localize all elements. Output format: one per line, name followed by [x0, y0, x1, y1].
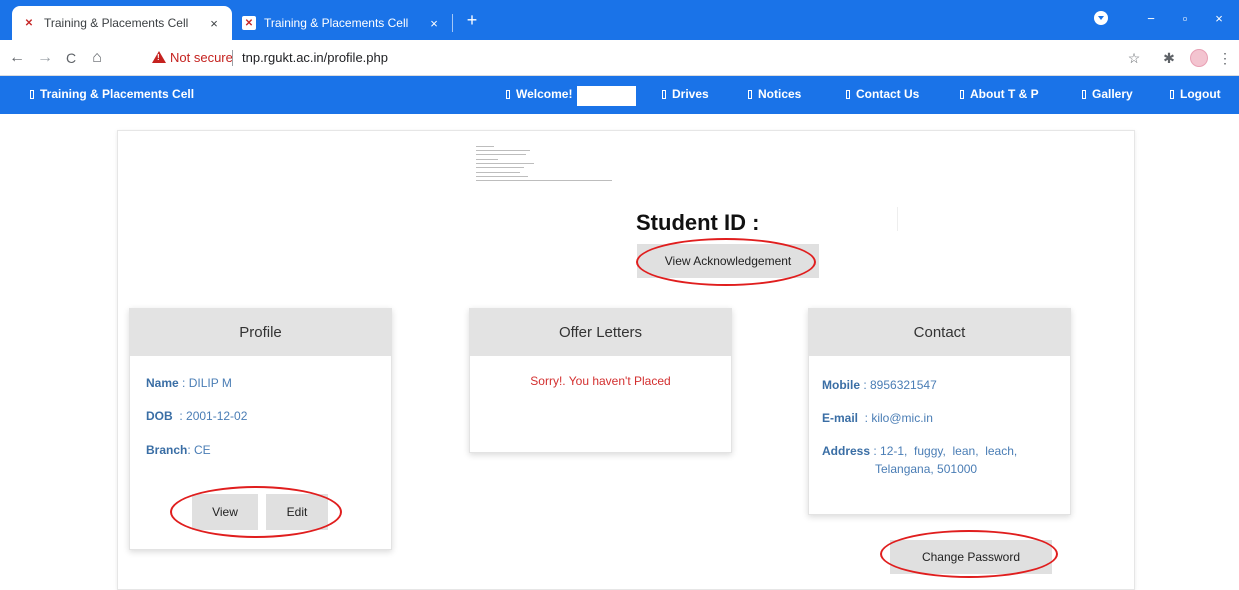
contact-card: Contact Mobile : 8956321547 E-mail : kil…: [808, 308, 1071, 515]
nav-logout[interactable]: Logout: [1170, 87, 1221, 101]
nav-glyph-icon: [1082, 90, 1086, 99]
offer-letters-card: Offer Letters Sorry!. You haven't Placed: [469, 308, 732, 453]
nav-glyph-icon: [748, 90, 752, 99]
reload-icon[interactable]: C: [60, 47, 82, 69]
home-icon[interactable]: ⌂: [86, 47, 108, 69]
profile-avatar[interactable]: [1190, 49, 1208, 67]
dob-row: DOB : 2001-12-02: [146, 409, 248, 423]
student-id-heading: Student ID :: [636, 210, 760, 235]
tab-close-icon[interactable]: ×: [206, 16, 222, 31]
not-placed-message: Sorry!. You haven't Placed: [530, 374, 671, 388]
dob-value: 2001-12-02: [186, 409, 248, 423]
edit-profile-button[interactable]: Edit: [266, 494, 328, 530]
nav-notices[interactable]: Notices: [748, 87, 801, 101]
name-value: DILIP M: [188, 376, 232, 390]
nav-about-tp[interactable]: About T & P: [960, 87, 1039, 101]
chrome-profile-icon[interactable]: [1094, 11, 1108, 25]
profile-card: Profile Name : DILIP M DOB : 2001-12-02 …: [129, 308, 392, 550]
bookmark-star-icon[interactable]: ☆: [1123, 47, 1145, 69]
site-favicon-icon: ✕: [24, 17, 34, 29]
change-password-button[interactable]: Change Password: [890, 540, 1052, 574]
view-profile-button[interactable]: View: [192, 494, 258, 530]
new-tab-button[interactable]: +: [460, 8, 484, 32]
offer-letters-title: Offer Letters: [470, 309, 731, 356]
nav-glyph-icon: [662, 90, 666, 99]
username-redaction: [577, 86, 636, 106]
nav-glyph-icon: [506, 90, 510, 99]
nav-glyph-icon: [846, 90, 850, 99]
site-favicon-icon: ✕: [242, 16, 256, 30]
brand-link[interactable]: Training & Placements Cell: [30, 87, 194, 101]
nav-contact-us[interactable]: Contact Us: [846, 87, 919, 101]
branch-value: CE: [194, 443, 211, 457]
tab-title: Training & Placements Cell: [44, 16, 189, 30]
tab-title: Training & Placements Cell: [264, 16, 409, 30]
menu-icon[interactable]: ⋮: [1214, 47, 1236, 69]
branch-row: Branch: CE: [146, 443, 211, 457]
address-line1: : 12-1, fuggy, lean, leach,: [870, 444, 1018, 458]
address-bar[interactable]: tnp.rgukt.ac.in/profile.php: [242, 50, 388, 65]
extensions-icon[interactable]: ✱: [1158, 47, 1180, 69]
email-value: : kilo@mic.in: [858, 411, 933, 425]
contact-card-title: Contact: [809, 309, 1070, 356]
nav-glyph-icon: [1170, 90, 1174, 99]
warning-icon[interactable]: [152, 51, 166, 63]
mobile-row: Mobile : 8956321547: [822, 378, 937, 392]
nav-glyph-icon: [30, 90, 34, 99]
forward-arrow-icon[interactable]: →: [34, 47, 56, 69]
tab-close-icon[interactable]: ×: [426, 16, 442, 31]
tab-training-placements-active[interactable]: ✕ Training & Placements Cell ×: [12, 6, 232, 40]
acknowledgement-thumbnail: [476, 146, 614, 192]
minimize-button[interactable]: −: [1137, 6, 1165, 32]
maximize-button[interactable]: ▫: [1171, 6, 1199, 32]
browser-toolbar: ← → C ⌂ Not secure tnp.rgukt.ac.in/profi…: [0, 40, 1239, 76]
nav-welcome[interactable]: Welcome!: [506, 87, 572, 101]
profile-card-title: Profile: [130, 309, 391, 356]
address-line2: Telangana, 501000: [875, 462, 978, 476]
back-arrow-icon[interactable]: ←: [6, 47, 28, 69]
nav-gallery[interactable]: Gallery: [1082, 87, 1133, 101]
name-row: Name : DILIP M: [146, 376, 232, 390]
nav-glyph-icon: [960, 90, 964, 99]
not-secure-label[interactable]: Not secure: [170, 50, 233, 65]
close-window-button[interactable]: ×: [1205, 6, 1233, 32]
browser-tab-strip: ✕ Training & Placements Cell × ✕ Trainin…: [0, 0, 1239, 40]
address-row: Address : 12-1, fuggy, lean, leach,: [822, 444, 1018, 458]
email-row: E-mail : kilo@mic.in: [822, 411, 933, 425]
url-separator: [232, 50, 233, 66]
student-id-value: [897, 207, 898, 231]
tab-training-placements[interactable]: ✕ Training & Placements Cell ×: [232, 6, 452, 40]
tab-separator: [452, 14, 453, 32]
view-acknowledgement-button[interactable]: View Acknowledgement: [637, 244, 819, 278]
mobile-value: : 8956321547: [860, 378, 937, 392]
nav-drives[interactable]: Drives: [662, 87, 709, 101]
